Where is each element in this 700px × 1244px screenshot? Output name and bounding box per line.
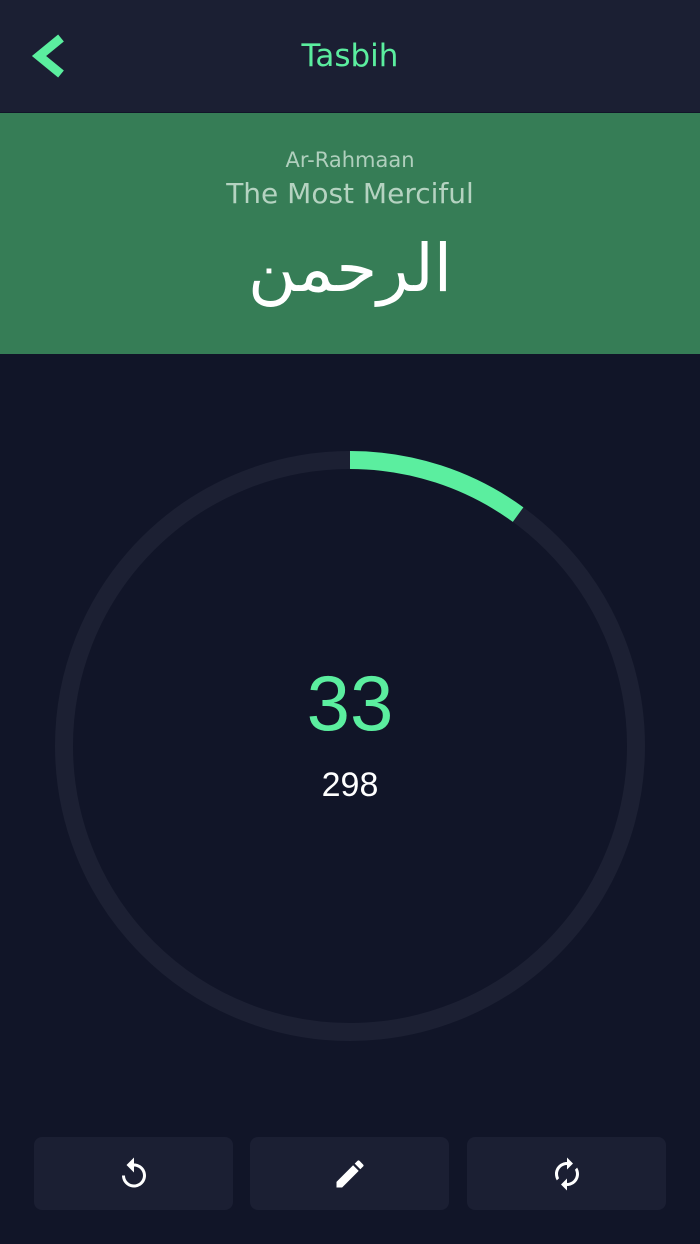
refresh-icon: [554, 1157, 579, 1190]
edit-button[interactable]: [250, 1137, 449, 1210]
reset-button[interactable]: [34, 1137, 233, 1210]
meaning: The Most Merciful: [226, 177, 474, 210]
arabic-name: الرحمن: [247, 230, 453, 307]
tasbih-screen: Tasbih Ar-Rahmaan The Most Merciful الرح…: [0, 0, 700, 1244]
total-count: 298: [321, 766, 379, 804]
back-button[interactable]: [24, 28, 74, 84]
chevron-left-icon: [31, 34, 64, 78]
reset-icon: [121, 1157, 146, 1187]
transliteration: Ar-Rahmaan: [285, 148, 415, 172]
header-bar: Tasbih: [0, 0, 700, 112]
page-title: Tasbih: [301, 38, 399, 74]
counter-ring[interactable]: 33 298: [54, 450, 646, 1042]
ring-progress: [349, 451, 524, 522]
pencil-icon: [336, 1159, 364, 1187]
refresh-button[interactable]: [467, 1137, 666, 1210]
current-count: 33: [306, 659, 394, 747]
name-banner: Ar-Rahmaan The Most Merciful الرحمن: [0, 113, 700, 354]
